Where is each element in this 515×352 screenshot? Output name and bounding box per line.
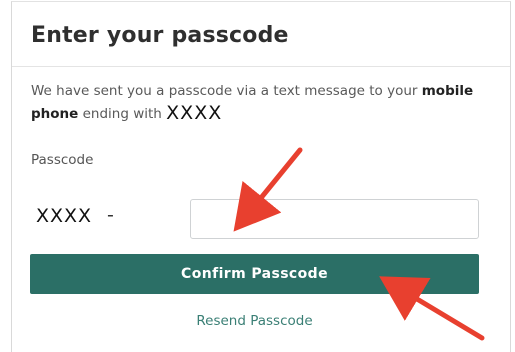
passcode-input[interactable]	[190, 199, 479, 239]
masked-phone-number: XXXX	[166, 102, 223, 124]
confirm-passcode-button[interactable]: Confirm Passcode	[30, 254, 479, 294]
header-divider	[12, 66, 510, 67]
passcode-label: Passcode	[31, 152, 94, 168]
instruction-text: We have sent you a passcode via a text m…	[31, 80, 491, 125]
passcode-prefix: XXXX	[36, 205, 93, 227]
instruction-prefix: We have sent you a passcode via a text m…	[31, 83, 422, 99]
page-title: Enter your passcode	[31, 23, 289, 48]
instruction-mid: ending with	[78, 106, 167, 122]
passcode-panel	[11, 1, 511, 352]
resend-passcode-link[interactable]: Resend Passcode	[30, 313, 479, 329]
page: Enter your passcode We have sent you a p…	[0, 0, 515, 352]
passcode-prefix-separator: -	[107, 204, 114, 226]
